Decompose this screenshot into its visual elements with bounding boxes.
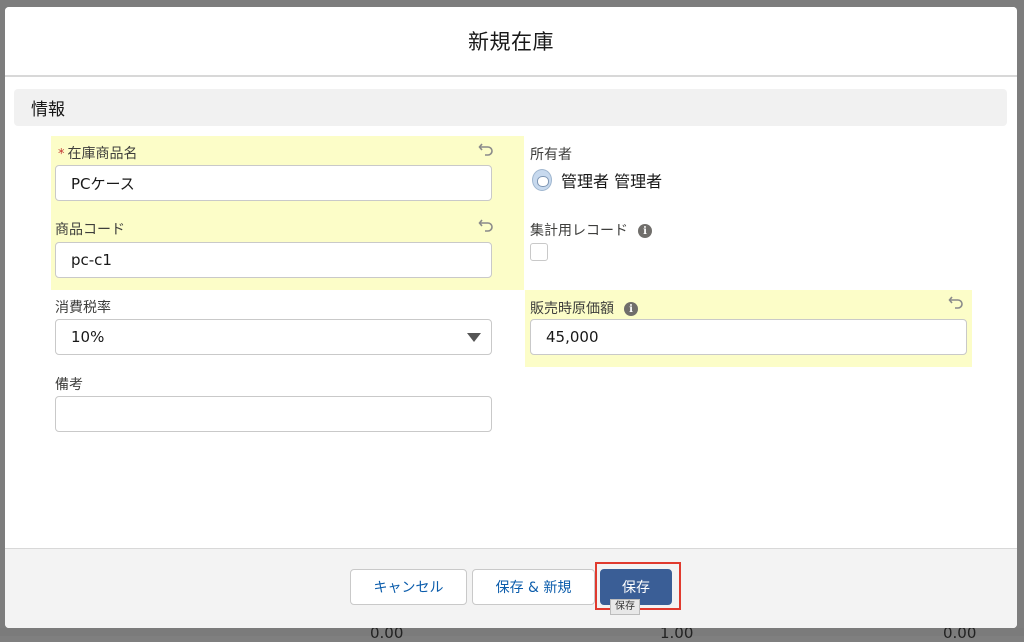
- edited-fields-highlight: 販売時原価額 i 45,000: [525, 290, 972, 367]
- notes-label: 備考: [55, 377, 83, 393]
- info-icon[interactable]: i: [624, 302, 638, 316]
- product-code-label: 商品コード: [55, 222, 125, 238]
- section-title: 情報: [31, 100, 65, 120]
- modal-title: 新規在庫: [468, 30, 554, 54]
- tax-rate-value: 10%: [71, 328, 105, 346]
- required-marker: *: [58, 147, 65, 162]
- cancel-button[interactable]: キャンセル: [350, 569, 467, 605]
- background-footer: 0.00 1.00 0.00: [0, 624, 1024, 642]
- undo-icon[interactable]: [947, 293, 965, 311]
- user-avatar-icon: [532, 169, 552, 191]
- modal-header: 新規在庫: [5, 7, 1017, 77]
- product-code-input[interactable]: pc-c1: [55, 242, 492, 278]
- product-name-label: * 在庫商品名: [58, 143, 138, 163]
- cost-price-label: 販売時原価額 i: [530, 298, 638, 318]
- info-icon[interactable]: i: [638, 224, 652, 238]
- tax-rate-label: 消費税率: [55, 300, 111, 316]
- product-name-label-text: 在庫商品名: [67, 146, 138, 162]
- product-name-input[interactable]: PCケース: [55, 165, 492, 201]
- owner-value[interactable]: 管理者 管理者: [532, 168, 662, 192]
- modal-footer: キャンセル 保存 & 新規 保存 保存: [5, 548, 1017, 628]
- edited-fields-highlight: * 在庫商品名 PCケース 商品コード pc-c1: [51, 136, 524, 290]
- undo-icon[interactable]: [477, 140, 495, 158]
- chevron-down-icon: [467, 333, 481, 342]
- summary-record-checkbox[interactable]: [530, 243, 548, 261]
- undo-icon[interactable]: [477, 216, 495, 234]
- notes-input[interactable]: [55, 396, 492, 432]
- save-and-new-button[interactable]: 保存 & 新規: [472, 569, 595, 605]
- cost-price-label-text: 販売時原価額: [530, 301, 614, 317]
- owner-name: 管理者 管理者: [561, 172, 663, 191]
- save-tooltip: 保存: [610, 599, 640, 615]
- summary-record-label: 集計用レコード i: [530, 220, 652, 240]
- new-inventory-modal: 新規在庫 情報 * 在庫商品名 PCケース 商品コード pc-c1 消費税率 10…: [5, 7, 1017, 628]
- cost-price-input[interactable]: 45,000: [530, 319, 967, 355]
- owner-label: 所有者: [530, 147, 572, 163]
- summary-record-label-text: 集計用レコード: [530, 223, 628, 239]
- section-header-info[interactable]: 情報: [14, 89, 1007, 126]
- tax-rate-select[interactable]: 10%: [55, 319, 492, 355]
